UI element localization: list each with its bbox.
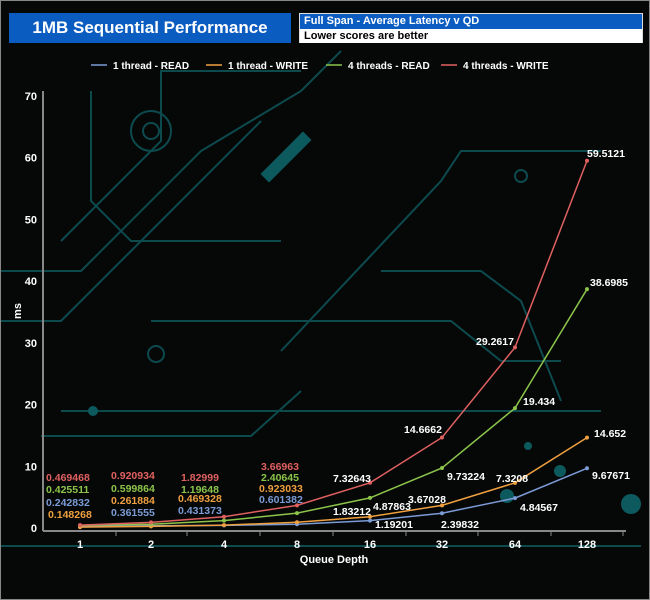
data-label: 9.73224 <box>447 471 485 483</box>
data-point <box>513 496 517 501</box>
data-point <box>222 514 226 519</box>
data-point <box>440 435 444 440</box>
data-label: 4.87863 <box>373 501 411 513</box>
data-point <box>513 406 517 411</box>
legend-label: 4 threads - WRITE <box>463 61 549 72</box>
legend-label: 4 threads - READ <box>348 61 430 72</box>
data-point <box>149 520 153 525</box>
legend-label: 1 thread - WRITE <box>228 61 308 72</box>
data-label: 29.2617 <box>476 336 514 348</box>
x-tick-label: 64 <box>509 539 522 551</box>
data-label: 7.3208 <box>496 473 528 485</box>
y-tick-label: 30 <box>25 338 37 350</box>
x-tick-label: 4 <box>221 539 228 551</box>
data-label: 59.5121 <box>587 148 625 160</box>
data-label: 19.434 <box>523 396 555 408</box>
x-tick-label: 32 <box>436 539 448 551</box>
plot-area: 0 10 20 30 40 50 60 70 1 2 4 8 16 32 64 128 Queue Depth m… <box>12 61 630 566</box>
data-label: 0.261884 <box>111 495 155 507</box>
data-label: 1.19648 <box>181 484 219 496</box>
y-tick-label: 50 <box>25 214 37 226</box>
data-point <box>440 511 444 516</box>
y-tick-label: 70 <box>25 91 37 103</box>
legend-label: 1 thread - READ <box>113 61 189 72</box>
data-label: 3.67028 <box>408 494 446 506</box>
data-label: 1.19201 <box>375 519 413 531</box>
y-tick-label: 20 <box>25 400 37 412</box>
data-point <box>440 465 444 470</box>
data-point <box>368 495 372 500</box>
data-label: 0.601382 <box>259 494 303 506</box>
data-point <box>585 287 589 292</box>
data-point <box>222 518 226 523</box>
data-label: 1.83212 <box>333 506 371 518</box>
data-label: 4.84567 <box>520 502 558 514</box>
y-tick-label: 10 <box>25 461 37 473</box>
data-label: 1.82999 <box>181 472 219 484</box>
data-label: 2.40645 <box>261 472 299 484</box>
data-label: 0.599864 <box>111 483 155 495</box>
data-label: 0.431373 <box>178 505 222 517</box>
data-point <box>295 520 299 525</box>
data-label: 7.32643 <box>333 473 371 485</box>
data-label: 14.6662 <box>404 424 442 436</box>
y-tick-label: 40 <box>25 276 37 288</box>
data-point <box>78 523 82 528</box>
x-tick-label: 1 <box>77 539 83 551</box>
x-axis-title: Queue Depth <box>300 554 369 566</box>
data-label: 3.66963 <box>261 461 299 473</box>
data-label: 0.425511 <box>46 484 89 496</box>
chart-root: 1MB Sequential Performance Full Span - A… <box>0 0 650 600</box>
data-label: 9.67671 <box>592 470 630 482</box>
data-label: 2.39832 <box>441 519 479 531</box>
y-axis-title: ms <box>12 303 24 319</box>
data-point <box>295 511 299 516</box>
data-label: 14.652 <box>594 428 626 440</box>
y-tick-label: 0 <box>31 523 37 535</box>
y-tick-label: 60 <box>25 153 37 165</box>
data-label: 0.469468 <box>46 472 90 484</box>
data-point <box>585 435 589 440</box>
x-tick-label: 128 <box>578 539 596 551</box>
series-line <box>79 288 588 527</box>
data-label: 0.148268 <box>48 509 92 521</box>
x-tick-label: 16 <box>364 539 376 551</box>
data-label: 38.6985 <box>590 277 628 289</box>
data-point <box>368 518 372 523</box>
data-point <box>585 466 589 471</box>
data-label: 0.242832 <box>46 497 90 509</box>
data-label: 0.361555 <box>111 507 155 519</box>
data-label: 0.923033 <box>259 483 303 495</box>
x-tick-label: 8 <box>294 539 300 551</box>
x-tick-label: 2 <box>148 539 154 551</box>
data-point <box>222 523 226 528</box>
data-label: 0.920934 <box>111 470 155 482</box>
